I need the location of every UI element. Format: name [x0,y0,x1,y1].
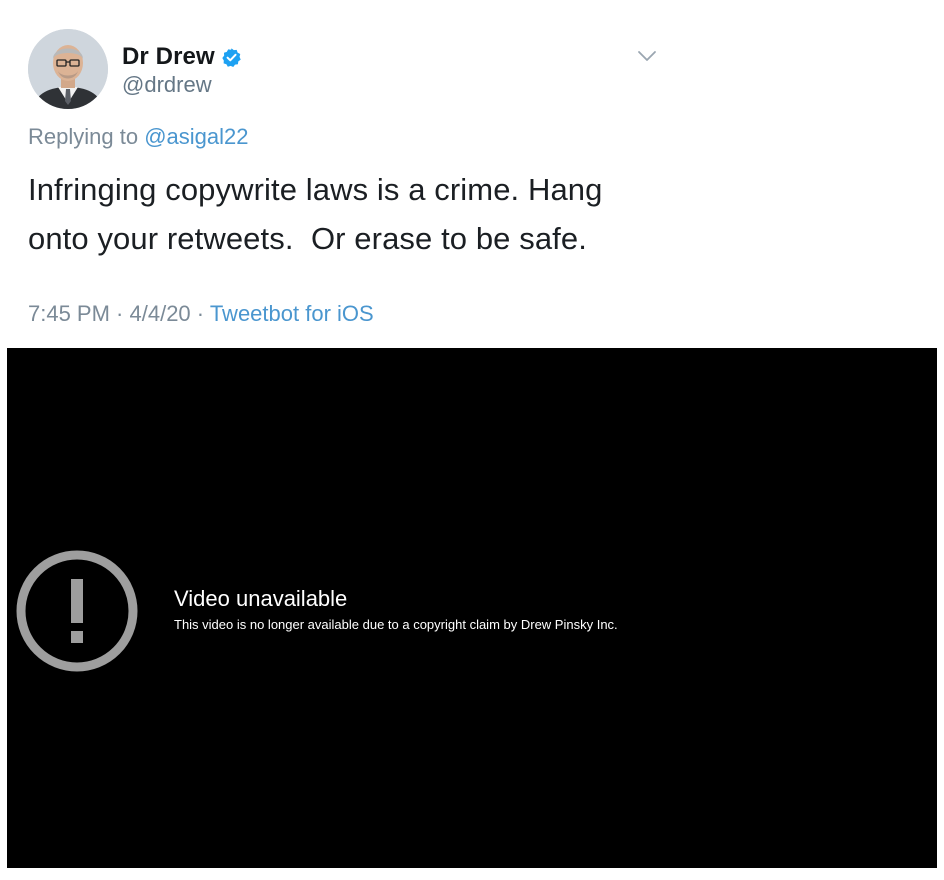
reply-prefix: Replying to [28,124,145,149]
verified-badge-icon [221,47,242,68]
video-unavailable-message: This video is no longer available due to… [174,617,618,632]
chevron-down-icon[interactable] [636,48,658,64]
meta-separator: · [190,301,210,326]
avatar-photo-icon [28,29,108,109]
tweet-meta: 7:45 PM · 4/4/20 · Tweetbot for iOS [28,301,374,327]
reply-mention-link[interactable]: @asigal22 [144,124,248,149]
video-player[interactable]: Video unavailable This video is no longe… [7,348,937,868]
author-name-row: Dr Drew [122,42,242,72]
video-unavailable-title: Video unavailable [174,586,348,611]
reply-context: Replying to @asigal22 [28,124,248,150]
tweet-text-line: onto your retweets. Or erase to be safe. [28,221,587,256]
alert-circle-icon [15,549,139,673]
author-handle[interactable]: @drdrew [122,72,212,98]
tweet-card: Dr Drew @drdrew Replying to @asigal22 In… [0,0,944,348]
tweet-body: Infringing copywrite laws is a crime. Ha… [28,165,668,263]
tweet-source-link[interactable]: Tweetbot for iOS [210,301,374,326]
tweet-time[interactable]: 7:45 PM [28,301,110,326]
meta-separator: · [109,301,130,326]
screenshot-composite: Dr Drew @drdrew Replying to @asigal22 In… [0,0,944,880]
tweet-text-line: Infringing copywrite laws is a crime. Ha… [28,172,603,207]
avatar[interactable] [28,29,108,109]
author-display-name[interactable]: Dr Drew [122,43,215,71]
tweet-date[interactable]: 4/4/20 [130,301,191,326]
